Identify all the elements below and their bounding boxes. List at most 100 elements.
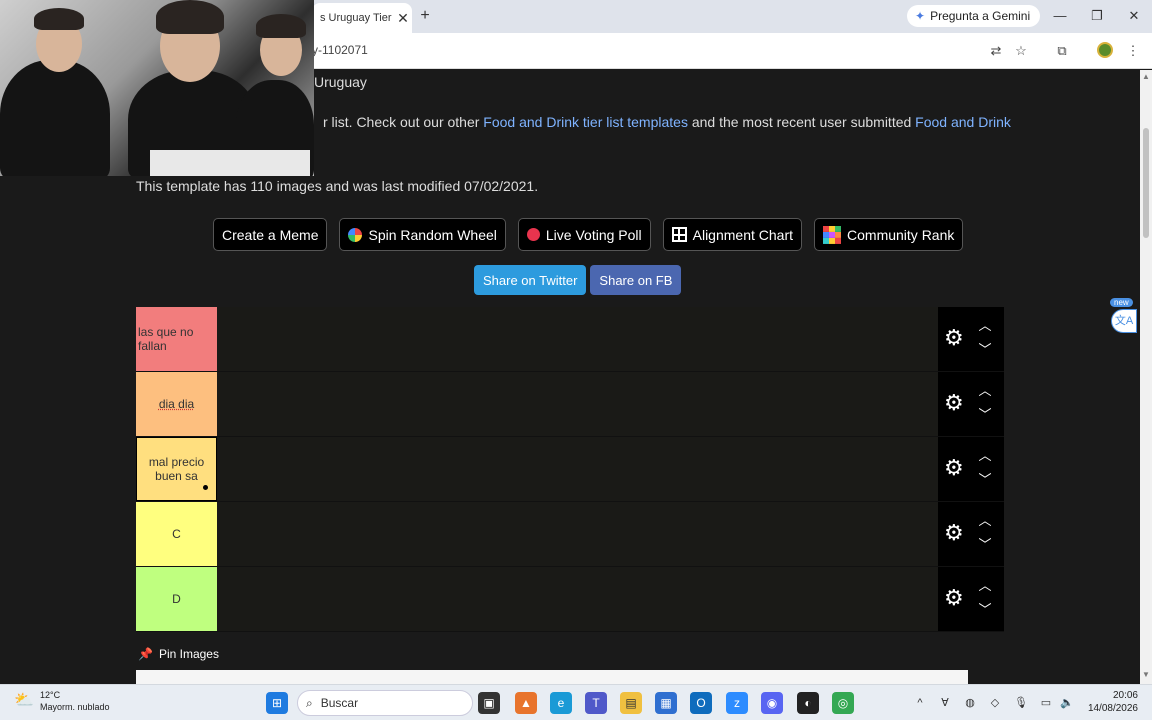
gemini-label: Pregunta a Gemini — [930, 9, 1031, 23]
chevron-down-icon[interactable]: ﹀ — [977, 603, 993, 617]
translate-fab-icon[interactable]: 文A — [1111, 309, 1137, 333]
gemini-button[interactable]: ✦ Pregunta a Gemini — [907, 5, 1041, 27]
edge-icon[interactable]: e — [550, 692, 572, 714]
create-meme-label: Create a Meme — [222, 226, 319, 243]
sparkle-icon: ✦ — [915, 9, 926, 23]
tab-close-icon[interactable]: ✕ — [394, 10, 412, 27]
task-view-icon[interactable]: ▣ — [478, 692, 500, 714]
spin-wheel-button[interactable]: Spin Random Wheel — [339, 218, 506, 251]
pin-icon: 📌 — [138, 647, 153, 661]
desc-text-2: and the most recent user submitted — [687, 114, 916, 130]
create-meme-button[interactable]: Create a Meme — [213, 218, 328, 251]
tier-row: las que no fallan ⚙ ︿ ﹀ — [136, 307, 1004, 372]
outlook-icon[interactable]: O — [690, 692, 712, 714]
chrome-icon[interactable]: ◎ — [832, 692, 854, 714]
temperature: 12°C — [40, 690, 61, 700]
alignment-chart-button[interactable]: Alignment Chart — [662, 218, 803, 251]
food-drink-templates-link[interactable]: Food and Drink tier list templates — [483, 114, 688, 130]
weather-widget[interactable]: ⛅ 12°C Mayorm. nublado — [14, 689, 110, 713]
taskbar-clock[interactable]: 20:06 14/08/2026 — [1086, 689, 1138, 715]
share-fb-button[interactable]: Share on FB — [590, 265, 682, 295]
tray-icon[interactable]: ∀ — [937, 694, 953, 712]
tier-label[interactable]: las que no fallan — [136, 307, 217, 371]
scroll-down-icon[interactable]: ▼ — [1142, 670, 1150, 679]
volume-icon[interactable]: 🔈 — [1059, 694, 1075, 712]
address-bar[interactable]: y-1102071 — [312, 43, 368, 57]
tray-icon[interactable]: ◍ — [962, 694, 978, 712]
file-explorer-icon[interactable]: ▤ — [620, 692, 642, 714]
red-dot-icon — [526, 228, 540, 241]
tray-icon[interactable]: ◇ — [987, 694, 1003, 712]
tab-title: s Uruguay Tier l — [320, 12, 394, 24]
tier-drop-area[interactable] — [217, 502, 938, 566]
new-tab-button[interactable]: + — [415, 6, 435, 26]
live-voting-label: Live Voting Poll — [545, 226, 642, 243]
extensions-icon[interactable]: ⧉ — [1053, 42, 1071, 60]
pin-images-toggle[interactable]: 📌 Pin Images — [138, 647, 219, 661]
gear-icon[interactable]: ⚙ — [944, 457, 966, 479]
image-pool[interactable] — [136, 670, 968, 684]
store-icon[interactable]: ▦ — [655, 692, 677, 714]
page-scrollbar[interactable]: ▲ ▼ — [1140, 70, 1152, 684]
tier-drop-area[interactable] — [217, 567, 938, 631]
browser-tab[interactable]: s Uruguay Tier l ✕ — [312, 3, 412, 33]
tier-drop-area[interactable] — [217, 307, 938, 371]
chevron-down-icon[interactable]: ﹀ — [977, 408, 993, 422]
minimize-button[interactable]: — — [1048, 5, 1072, 27]
tier-label-editing[interactable]: mal precio buen sa — [136, 437, 217, 501]
paper-sheet — [150, 150, 310, 176]
weather-text: 12°C Mayorm. nublado — [40, 689, 110, 713]
menu-dots-icon[interactable]: ⋮ — [1124, 42, 1142, 60]
new-badge: new — [1110, 298, 1133, 307]
gear-icon[interactable]: ⚙ — [944, 587, 966, 609]
tier-controls: ⚙ ︿ ﹀ — [938, 567, 1004, 631]
chevron-up-icon[interactable]: ︿ — [977, 514, 993, 528]
person-cap — [34, 8, 84, 30]
teams-icon[interactable]: T — [585, 692, 607, 714]
tier-label[interactable]: D — [136, 567, 217, 631]
community-rank-button[interactable]: Community Rank — [814, 218, 964, 251]
vlc-icon[interactable]: ▲ — [515, 692, 537, 714]
gear-icon[interactable]: ⚙ — [944, 392, 966, 414]
spin-wheel-label: Spin Random Wheel — [368, 226, 497, 243]
webcam-overlay — [0, 0, 314, 176]
tier-drop-area[interactable] — [217, 437, 938, 501]
maximize-button[interactable]: ❐ — [1085, 5, 1109, 27]
tier-row: dia dia ⚙ ︿ ﹀ — [136, 372, 1004, 437]
chevron-up-icon[interactable]: ︿ — [977, 319, 993, 333]
chevron-down-icon[interactable]: ﹀ — [977, 473, 993, 487]
cursor-dot-icon — [203, 485, 208, 490]
gear-icon[interactable]: ⚙ — [944, 522, 966, 544]
gear-icon[interactable]: ⚙ — [944, 327, 966, 349]
chevron-up-icon[interactable]: ︿ — [977, 579, 993, 593]
tier-label[interactable]: dia dia — [136, 372, 217, 436]
close-window-button[interactable]: ✕ — [1122, 5, 1146, 27]
app-icon[interactable]: ◐ — [797, 692, 819, 714]
community-rank-label: Community Rank — [847, 226, 955, 243]
live-voting-poll-button[interactable]: Live Voting Poll — [517, 218, 651, 251]
chevron-up-icon[interactable]: ︿ — [977, 449, 993, 463]
template-info: This template has 110 images and was las… — [136, 178, 539, 194]
chevron-up-tray-icon[interactable]: ^ — [912, 694, 928, 712]
microphone-icon[interactable]: 🎙 — [1013, 694, 1029, 712]
tier-label[interactable]: C — [136, 502, 217, 566]
food-drink-user-link[interactable]: Food and Drink — [915, 114, 1011, 130]
translate-icon[interactable]: ⇄ — [987, 42, 1005, 60]
breadcrumb[interactable]: Uruguay — [314, 74, 367, 90]
share-twitter-button[interactable]: Share on Twitter — [474, 265, 587, 295]
chevron-down-icon[interactable]: ﹀ — [977, 343, 993, 357]
scroll-thumb[interactable] — [1143, 128, 1149, 238]
chevron-up-icon[interactable]: ︿ — [977, 384, 993, 398]
bookmark-star-icon[interactable]: ☆ — [1012, 42, 1030, 60]
tier-drop-area[interactable] — [217, 372, 938, 436]
zoom-icon[interactable]: z — [726, 692, 748, 714]
network-icon[interactable]: ▭ — [1038, 694, 1054, 712]
chevron-down-icon[interactable]: ﹀ — [977, 538, 993, 552]
windows-start-icon[interactable]: ⊞ — [266, 692, 288, 714]
discord-icon[interactable]: ◉ — [761, 692, 783, 714]
scroll-up-icon[interactable]: ▲ — [1142, 72, 1150, 81]
profile-avatar[interactable] — [1097, 42, 1113, 58]
taskbar-search[interactable]: ⌕ Buscar — [297, 690, 473, 716]
grid-colors-icon — [823, 225, 842, 244]
pin-images-label: Pin Images — [158, 647, 219, 661]
